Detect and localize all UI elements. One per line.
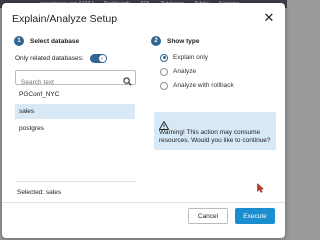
step-show-type: 2 Show type — [151, 36, 200, 46]
show-type-radio-group: Explain only Analyze Analyze with rollba… — [160, 53, 234, 95]
step-number: 2 — [151, 36, 161, 46]
explain-analyze-dialog: Explain/Analyze Setup ✕ 1 Select databas… — [2, 3, 285, 238]
mouse-cursor-icon — [257, 180, 265, 198]
radio-analyze[interactable]: Analyze — [160, 67, 234, 76]
dialog-title: Explain/Analyze Setup — [12, 13, 118, 25]
close-icon[interactable]: ✕ — [262, 11, 276, 25]
related-databases-label: Only related databases: — [15, 55, 84, 62]
step-select-database: 1 Select database — [14, 36, 79, 46]
database-list: PGConf_NYC sales postgres — [15, 87, 135, 138]
related-databases-toggle[interactable]: ✓ — [89, 54, 107, 63]
step-label: Show type — [167, 37, 200, 45]
radio-button[interactable] — [160, 67, 168, 76]
search-box — [15, 70, 136, 89]
database-item-selected[interactable]: sales — [15, 104, 135, 119]
divider — [15, 181, 136, 182]
warning-box: Warning! This action may consume resourc… — [154, 112, 276, 150]
radio-button[interactable] — [160, 81, 168, 90]
radio-label: Analyze with rollback — [173, 82, 234, 89]
radio-label: Analyze — [173, 68, 197, 75]
radio-label: Explain only — [173, 54, 209, 61]
related-databases-row: Only related databases: ✓ — [15, 54, 107, 63]
step-number: 1 — [14, 36, 24, 46]
database-item[interactable]: PGConf_NYC — [15, 87, 135, 102]
cancel-button[interactable]: Cancel — [188, 208, 228, 224]
execute-button[interactable]: Execute — [235, 208, 275, 224]
check-icon: ✓ — [98, 55, 106, 62]
radio-explain-only[interactable]: Explain only — [160, 53, 234, 62]
radio-analyze-with-rollback[interactable]: Analyze with rollback — [160, 81, 234, 90]
radio-button[interactable] — [160, 53, 168, 62]
step-label: Select database — [30, 37, 80, 45]
warning-text: Warning! This action may consume resourc… — [159, 129, 271, 144]
warning-icon — [158, 117, 170, 135]
database-item[interactable]: postgres — [15, 121, 135, 136]
selected-database-text: Selected: sales — [17, 189, 62, 196]
footer-divider — [2, 202, 285, 203]
